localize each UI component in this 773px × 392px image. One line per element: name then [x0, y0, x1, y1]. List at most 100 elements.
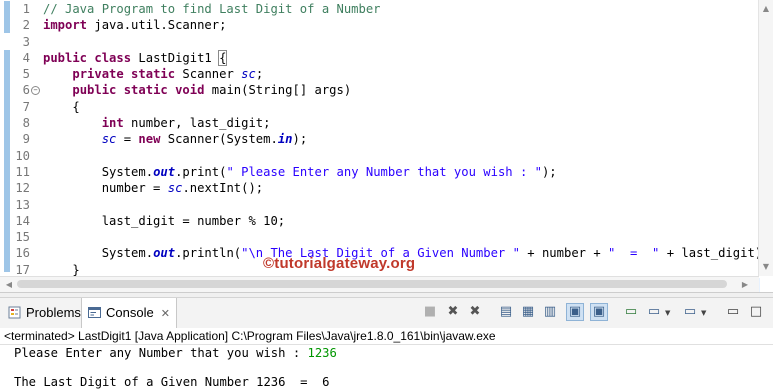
code-line[interactable]: 11 System.out.print(" Please Enter any N… [0, 164, 760, 180]
remove-launch-icon[interactable]: ✖ [444, 303, 462, 321]
code-line[interactable]: 13 [0, 197, 760, 213]
code-token: LastDigit1 [131, 50, 220, 65]
fold-toggle-icon[interactable]: − [31, 86, 40, 96]
code-line[interactable]: 10 [0, 148, 760, 164]
code-line[interactable]: 6− public static void main(String[] args… [0, 82, 760, 98]
line-number: 12 [15, 181, 30, 196]
code-text: public static void main(String[] args) [43, 82, 351, 98]
line-number: 3 [22, 34, 30, 49]
watermark: ©tutorialgateway.org [263, 255, 416, 272]
word-wrap-icon[interactable]: ▥ [541, 303, 559, 321]
scroll-up-icon[interactable]: ▲ [759, 2, 773, 16]
code-token: new [138, 132, 161, 147]
maximize-icon[interactable]: □ [747, 303, 765, 321]
code-line[interactable]: 8 int number, last_digit; [0, 115, 760, 131]
line-number: 5 [22, 67, 30, 82]
terminate-icon[interactable]: ■ [421, 303, 439, 321]
code-editor[interactable]: 1 // Java Program to find Last Digit of a… [0, 0, 773, 295]
code-text: sc = new Scanner(System.in); [43, 131, 308, 147]
line-number: 9 [22, 132, 30, 147]
editor-horizontal-scrollbar[interactable]: ◀ ▶ [0, 276, 759, 292]
line-number: 14 [15, 213, 30, 228]
code-line[interactable]: 14 last_digit = number % 10; [0, 213, 760, 229]
tab-console[interactable]: Console ✕ [81, 298, 177, 328]
scroll-left-icon[interactable]: ◀ [2, 277, 16, 292]
code-token: number, last_digit; [123, 116, 271, 131]
chevron-down-icon[interactable]: ▼ [665, 309, 670, 317]
tab-problems-label: Problems [26, 305, 81, 320]
clear-console-icon[interactable]: ▤ [497, 303, 515, 321]
code-line[interactable]: 12 number = sc.nextInt(); [0, 180, 760, 196]
code-token: number = [43, 181, 168, 196]
console-line-2: The Last Digit of a Given Number 1236 = … [14, 375, 330, 389]
code-token: Scanner [175, 67, 242, 82]
remove-all-terminated-icon[interactable]: ✖ [466, 303, 484, 321]
line-number: 2 [22, 18, 30, 33]
code-token: main(String[] args) [204, 83, 352, 98]
code-line[interactable]: 1 // Java Program to find Last Digit of a… [0, 1, 760, 17]
code-token: ); [541, 164, 557, 179]
bottom-panel-tabbar: Problems Console ✕ ■ ✖ ✖ ▤ ▦ ▥ ▣ ▣ ▭ ▭ ▼ … [0, 297, 773, 329]
scroll-down-icon[interactable]: ▼ [759, 260, 773, 274]
show-on-output-icon[interactable]: ▣ [566, 303, 584, 321]
scroll-lock-icon[interactable]: ▦ [519, 303, 537, 321]
tab-console-label: Console [106, 305, 154, 320]
editor-vertical-scrollbar[interactable]: ▲ ▼ [758, 0, 773, 276]
code-line[interactable]: 4 public class LastDigit1 { [0, 49, 760, 66]
line-number: 15 [15, 230, 30, 245]
code-token: System. [43, 246, 154, 261]
pin-console-icon[interactable]: ▭ [622, 303, 640, 321]
code-line[interactable]: 5 private static Scanner sc; [0, 66, 760, 82]
code-text: public class LastDigit1 { [43, 49, 228, 66]
code-text: System.out.print(" Please Enter any Numb… [43, 164, 557, 180]
code-token: sc [101, 132, 117, 147]
tab-problems[interactable]: Problems [2, 298, 90, 328]
code-token: private static [72, 67, 176, 82]
code-line[interactable]: 9 sc = new Scanner(System.in); [0, 131, 760, 147]
code-line[interactable]: 7 { [0, 99, 760, 115]
code-token: { [43, 99, 80, 114]
close-icon[interactable]: ✕ [161, 308, 170, 320]
console-output[interactable]: Please Enter any Number that you wish : … [0, 345, 773, 392]
code-text: import java.util.Scanner; [43, 17, 226, 33]
code-token: + last_digit); [659, 246, 770, 261]
line-number: 6 [22, 83, 30, 98]
code-token: + number + [519, 246, 609, 261]
code-lines[interactable]: 1 // Java Program to find Last Digit of a… [0, 1, 769, 295]
code-token: out [153, 246, 176, 261]
code-line[interactable]: 3 [0, 34, 760, 50]
code-token: { [218, 49, 228, 66]
scrollbar-thumb[interactable] [17, 280, 727, 288]
code-token: " Please Enter any Number that you wish … [226, 164, 542, 179]
chevron-down-icon[interactable]: ▼ [701, 309, 706, 317]
code-token: in [277, 132, 293, 147]
code-line[interactable]: 15 [0, 229, 760, 245]
console-status-line: <terminated> LastDigit1 [Java Applicatio… [0, 328, 773, 345]
code-token: public static void [72, 83, 205, 98]
code-token: public class [43, 50, 132, 65]
display-console-icon[interactable]: ▭ [645, 303, 663, 321]
code-token: out [153, 164, 176, 179]
minimize-icon[interactable]: ▭ [724, 303, 742, 321]
code-token: int [101, 116, 124, 131]
console-icon [88, 307, 101, 318]
code-token: sc [241, 67, 256, 82]
scroll-right-icon[interactable]: ▶ [738, 277, 752, 292]
code-token: } [43, 262, 80, 277]
code-token: ; [255, 67, 264, 82]
line-number: 11 [15, 164, 30, 179]
console-prompt: Please Enter any Number that you wish : [14, 346, 308, 360]
code-token: last_digit = number % 10; [43, 213, 286, 228]
code-token: .println( [175, 246, 242, 261]
open-console-icon[interactable]: ▭ [681, 303, 699, 321]
code-text: private static Scanner sc; [43, 66, 263, 82]
code-token: import [43, 18, 88, 33]
code-token: = [116, 132, 139, 147]
code-line[interactable]: 2 import java.util.Scanner; [0, 17, 760, 33]
code-token: ); [292, 132, 308, 147]
show-on-error-icon[interactable]: ▣ [590, 303, 608, 321]
code-token: .nextInt(); [182, 181, 264, 196]
